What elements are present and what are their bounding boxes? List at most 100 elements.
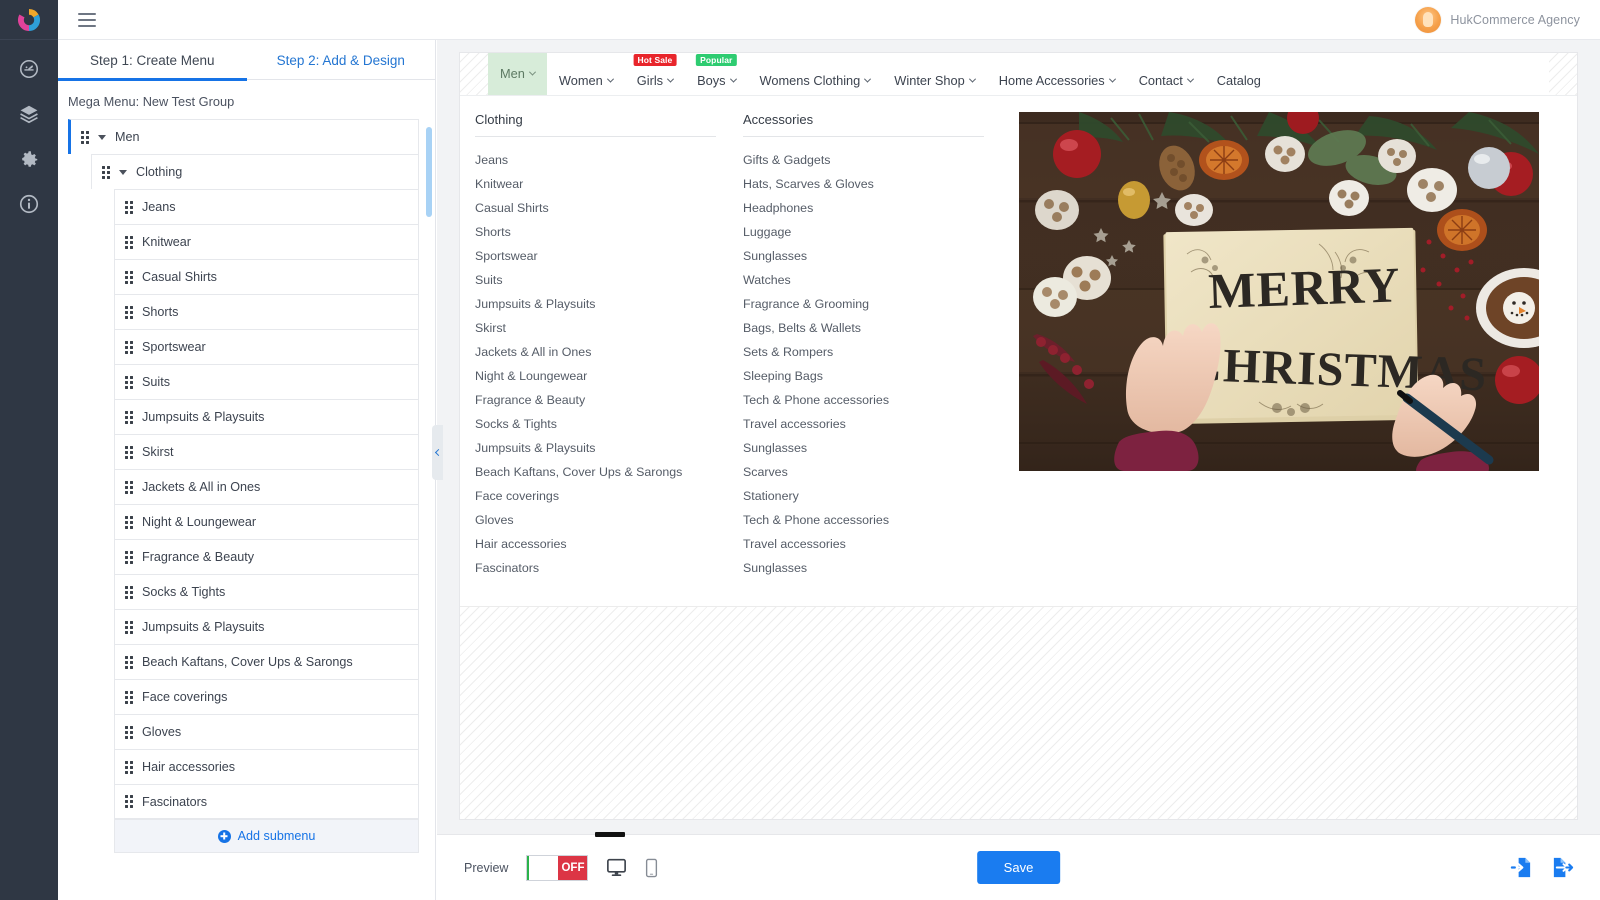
tree-leaf-row[interactable]: Jumpsuits & Playsuits — [114, 609, 419, 644]
mega-link[interactable]: Beach Kaftans, Cover Ups & Sarongs — [475, 460, 728, 484]
tree-leaf-row[interactable]: Knitwear — [114, 224, 419, 259]
chevron-down-icon[interactable] — [119, 169, 127, 175]
panel-collapse-handle[interactable] — [432, 425, 443, 480]
menubar-item-women[interactable]: Women — [547, 65, 625, 95]
tree-leaf-row[interactable]: Fascinators — [114, 784, 419, 819]
drag-handle-icon[interactable] — [125, 795, 133, 808]
mega-link[interactable]: Sets & Rompers — [743, 340, 996, 364]
mega-link[interactable]: Shorts — [475, 220, 728, 244]
mega-link[interactable]: Gifts & Gadgets — [743, 148, 996, 172]
tree-leaf-row[interactable]: Hair accessories — [114, 749, 419, 784]
tab-step1-create-menu[interactable]: Step 1: Create Menu — [58, 40, 247, 81]
mega-link[interactable]: Sportswear — [475, 244, 728, 268]
mega-link[interactable]: Hair accessories — [475, 532, 728, 556]
mega-link[interactable]: Bags, Belts & Wallets — [743, 316, 996, 340]
menubar-item-home-accessories[interactable]: Home Accessories — [987, 65, 1127, 95]
tree-leaf-row[interactable]: Jumpsuits & Playsuits — [114, 399, 419, 434]
tree-leaf-row[interactable]: Night & Loungewear — [114, 504, 419, 539]
layers-stack-icon[interactable] — [18, 103, 40, 125]
drag-handle-icon[interactable] — [125, 445, 133, 459]
drag-handle-icon[interactable] — [81, 130, 89, 144]
tree-leaf-row[interactable]: Casual Shirts — [114, 259, 419, 294]
preview-toggle[interactable]: OFF — [526, 854, 589, 881]
dashboard-gauge-icon[interactable] — [18, 58, 40, 80]
mega-link[interactable]: Headphones — [743, 196, 996, 220]
drag-handle-icon[interactable] — [125, 410, 133, 424]
tree-leaf-row[interactable]: Jackets & All in Ones — [114, 469, 419, 504]
builder-scrollbar-thumb[interactable] — [426, 127, 432, 217]
mega-link[interactable]: Night & Loungewear — [475, 364, 728, 388]
menubar-item-men[interactable]: 10% OFF Men — [488, 53, 547, 95]
mega-link[interactable]: Hats, Scarves & Gloves — [743, 172, 996, 196]
mega-link[interactable]: Skirst — [475, 316, 728, 340]
drag-handle-icon[interactable] — [125, 375, 133, 389]
mega-link[interactable]: Tech & Phone accessories — [743, 508, 996, 532]
mobile-view-button[interactable] — [645, 858, 658, 878]
tree-leaf-row[interactable]: Fragrance & Beauty — [114, 539, 419, 574]
mega-link[interactable]: Luggage — [743, 220, 996, 244]
mega-link[interactable]: Socks & Tights — [475, 412, 728, 436]
drag-handle-icon[interactable] — [125, 200, 133, 214]
mega-link[interactable]: Face coverings — [475, 484, 728, 508]
export-button[interactable] — [1551, 856, 1574, 879]
drag-handle-icon[interactable] — [125, 760, 133, 774]
mega-link[interactable]: Sleeping Bags — [743, 364, 996, 388]
mega-link[interactable]: Fragrance & Grooming — [743, 292, 996, 316]
drag-handle-icon[interactable] — [125, 235, 133, 249]
tree-leaf-row[interactable]: Shorts — [114, 294, 419, 329]
tree-node-men[interactable]: Men — [68, 119, 419, 154]
menubar-item-catalog[interactable]: Catalog — [1205, 65, 1273, 95]
drag-handle-icon[interactable] — [125, 340, 133, 354]
save-button[interactable]: Save — [976, 851, 1061, 884]
drag-handle-icon[interactable] — [125, 305, 133, 319]
tree-leaf-row[interactable]: Sportswear — [114, 329, 419, 364]
drag-handle-icon[interactable] — [125, 655, 133, 669]
drag-handle-icon[interactable] — [125, 550, 133, 564]
tree-leaf-row[interactable]: Beach Kaftans, Cover Ups & Sarongs — [114, 644, 419, 679]
mega-link[interactable]: Travel accessories — [743, 532, 996, 556]
promo-image[interactable]: MERRY CHRISTMAS — [1019, 112, 1539, 471]
mega-link[interactable]: Jumpsuits & Playsuits — [475, 292, 728, 316]
mega-link[interactable]: Tech & Phone accessories — [743, 388, 996, 412]
tree-leaf-row[interactable]: Socks & Tights — [114, 574, 419, 609]
mega-link[interactable]: Knitwear — [475, 172, 728, 196]
drag-handle-icon[interactable] — [125, 480, 133, 494]
tree-leaf-row[interactable]: Jeans — [114, 189, 419, 224]
drag-handle-icon[interactable] — [125, 725, 133, 739]
drag-handle-icon[interactable] — [125, 690, 133, 704]
menubar-item-womens-clothing[interactable]: Womens Clothing — [748, 65, 883, 95]
hamburger-menu-icon[interactable] — [78, 12, 96, 27]
mega-link[interactable]: Sunglasses — [743, 436, 996, 460]
tree-leaf-row[interactable]: Skirst — [114, 434, 419, 469]
drag-handle-icon[interactable] — [125, 585, 133, 599]
tree-leaf-row[interactable]: Suits — [114, 364, 419, 399]
drag-handle-icon[interactable] — [125, 270, 133, 284]
tab-step2-add-design[interactable]: Step 2: Add & Design — [247, 40, 436, 80]
gear-settings-icon[interactable] — [18, 148, 40, 170]
tree-leaf-row[interactable]: Gloves — [114, 714, 419, 749]
mega-link[interactable]: Scarves — [743, 460, 996, 484]
tree-leaf-row[interactable]: Face coverings — [114, 679, 419, 714]
info-circle-icon[interactable] — [18, 193, 40, 215]
mega-link[interactable]: Gloves — [475, 508, 728, 532]
app-logo[interactable] — [0, 0, 58, 40]
mega-link[interactable]: Jumpsuits & Playsuits — [475, 436, 728, 460]
mega-link[interactable]: Watches — [743, 268, 996, 292]
drag-handle-icon[interactable] — [125, 515, 133, 529]
menubar-item-contact[interactable]: Contact — [1127, 65, 1205, 95]
mega-link[interactable]: Fragrance & Beauty — [475, 388, 728, 412]
drag-handle-icon[interactable] — [125, 620, 133, 634]
mega-link[interactable]: Jackets & All in Ones — [475, 340, 728, 364]
mega-link[interactable]: Jeans — [475, 148, 728, 172]
menubar-item-girls[interactable]: Hot Sale Girls — [625, 54, 685, 95]
menubar-item-boys[interactable]: Popular Boys — [685, 54, 747, 95]
account-area[interactable]: HukCommerce Agency — [1415, 6, 1580, 33]
tree-node-clothing[interactable]: Clothing — [91, 154, 419, 189]
chevron-down-icon[interactable] — [98, 134, 106, 140]
drag-handle-icon[interactable] — [102, 165, 110, 179]
desktop-view-button[interactable] — [606, 858, 627, 877]
menubar-item-winter-shop[interactable]: Winter Shop — [882, 65, 986, 95]
mega-link[interactable]: Suits — [475, 268, 728, 292]
mega-link[interactable]: Travel accessories — [743, 412, 996, 436]
import-button[interactable] — [1510, 856, 1533, 879]
